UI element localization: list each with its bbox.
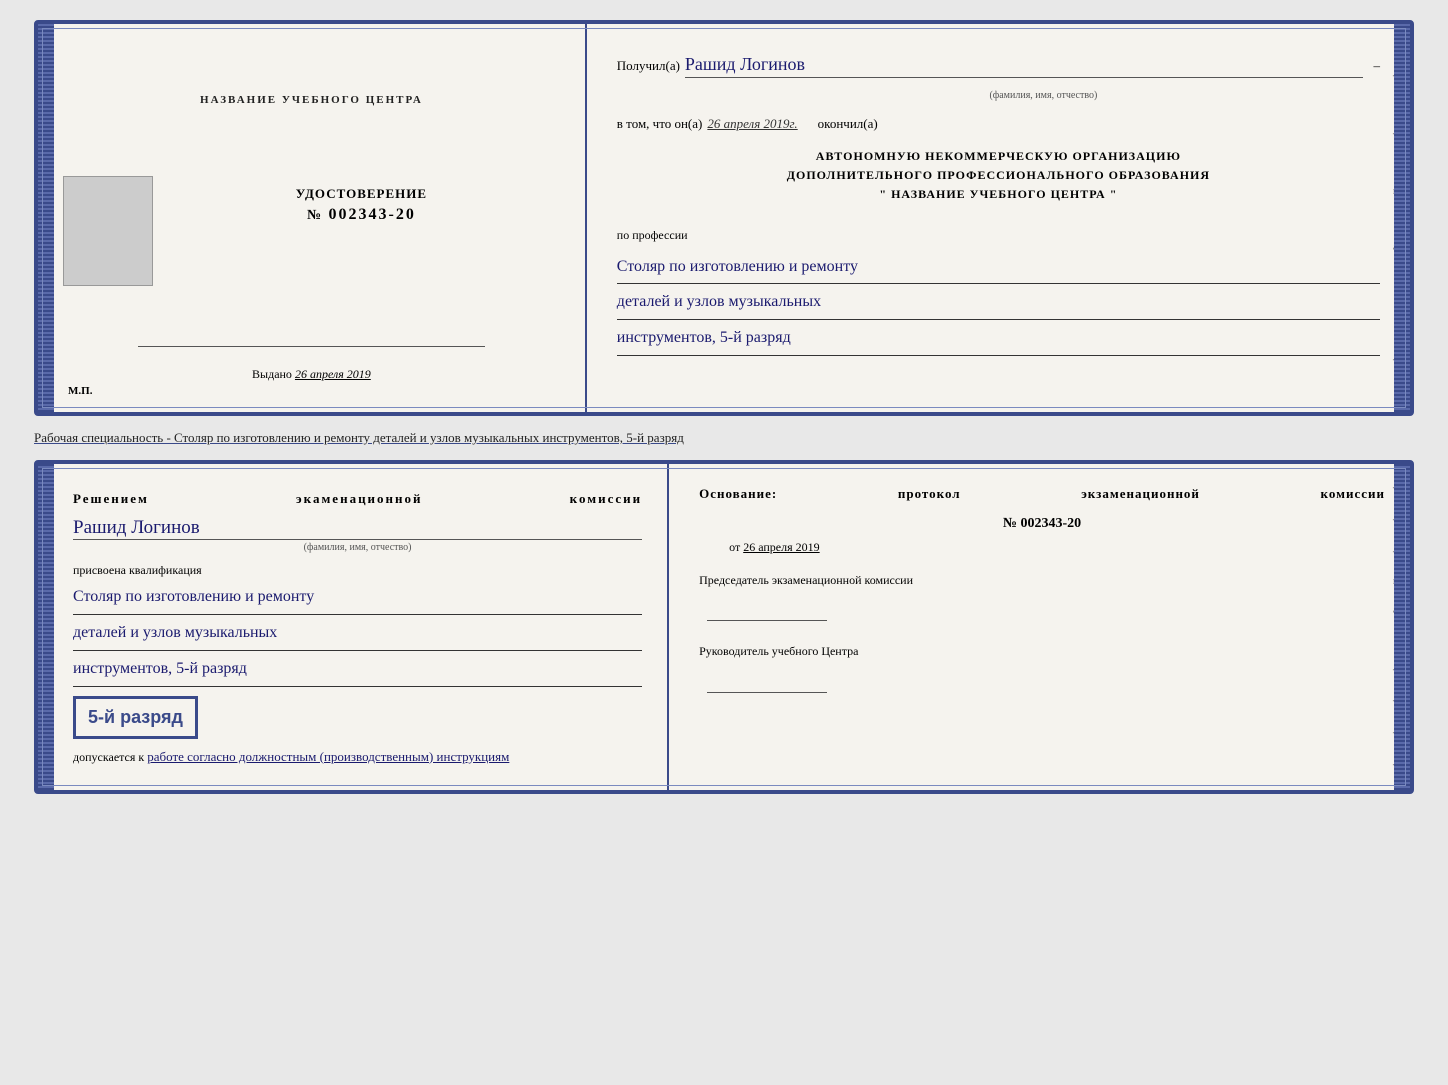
org-block: АВТОНОМНУЮ НЕКОММЕРЧЕСКУЮ ОРГАНИЗАЦИЮ ДО… xyxy=(617,147,1380,205)
bottom-cert-right: Основание: протокол экзаменационной коми… xyxy=(669,464,1410,790)
date-label: в том, что он(а) xyxy=(617,116,703,132)
stamp-text: 5-й разряд xyxy=(88,707,183,727)
profession-line2: деталей и узлов музыкальных xyxy=(617,288,1380,320)
top-cert-right: Получил(а) Рашид Логинов – (фамилия, имя… xyxy=(587,24,1410,412)
cert-issued-block: Выдано 26 апреля 2019 xyxy=(252,367,371,382)
from-label: от xyxy=(699,540,740,554)
allowed-label-text: допускается к xyxy=(73,750,144,764)
recipient-dash: – xyxy=(1373,58,1380,74)
date-value: 26 апреля 2019г. xyxy=(707,116,797,132)
qual-line2: деталей и узлов музыкальных xyxy=(73,619,642,651)
profession-line1: Столяр по изготовлению и ремонту xyxy=(617,253,1380,285)
org-quote-open: " xyxy=(879,187,887,201)
cert-number-value: 002343-20 xyxy=(329,206,416,223)
top-cert-left: НАЗВАНИЕ УЧЕБНОГО ЦЕНТРА УДОСТОВЕРЕНИЕ №… xyxy=(38,24,587,412)
qualification-handwritten: Столяр по изготовлению и ремонту деталей… xyxy=(73,583,642,686)
udostoverenie-label: УДОСТОВЕРЕНИЕ xyxy=(296,186,427,202)
org-name-quoted: " НАЗВАНИЕ УЧЕБНОГО ЦЕНТРА " xyxy=(617,185,1380,204)
org-line1: АВТОНОМНУЮ НЕКОММЕРЧЕСКУЮ ОРГАНИЗАЦИЮ xyxy=(617,147,1380,166)
issued-label: Выдано xyxy=(252,367,292,381)
inner-person-name: Рашид Логинов xyxy=(73,517,642,540)
page-wrapper: НАЗВАНИЕ УЧЕБНОГО ЦЕНТРА УДОСТОВЕРЕНИЕ №… xyxy=(34,20,1414,794)
head-label: Руководитель учебного Центра xyxy=(699,641,1385,663)
photo-placeholder xyxy=(63,176,153,286)
issued-date: 26 апреля 2019 xyxy=(295,367,371,381)
chairman-block: Председатель экзаменационной комиссии xyxy=(699,570,1385,621)
right-number: № 002343-20 xyxy=(699,516,1385,532)
bottom-certificate: Решением экаменационной комиссии Рашид Л… xyxy=(34,460,1414,794)
org-line2: ДОПОЛНИТЕЛЬНОГО ПРОФЕССИОНАЛЬНОГО ОБРАЗО… xyxy=(617,166,1380,185)
profession-handwritten: Столяр по изготовлению и ремонту деталей… xyxy=(617,253,1380,360)
profession-label: по профессии xyxy=(617,228,1380,243)
right-date-value: 26 апреля 2019 xyxy=(743,540,819,554)
date-row: в том, что он(а) 26 апреля 2019г. окончи… xyxy=(617,116,1380,132)
chairman-sig-line xyxy=(707,620,827,621)
qual-line3: инструментов, 5-й разряд xyxy=(73,655,642,687)
chairman-label: Председатель экзаменационной комиссии xyxy=(699,570,1385,592)
recipient-name: Рашид Логинов xyxy=(685,54,1364,78)
name-subtitle-top: (фамилия, имя, отчество) xyxy=(707,90,1380,101)
allowed-block: допускается к работе согласно должностны… xyxy=(73,749,642,765)
profession-line3: инструментов, 5-й разряд xyxy=(617,324,1380,356)
inner-name-subtitle: (фамилия, имя, отчество) xyxy=(73,542,642,553)
head-block: Руководитель учебного Центра xyxy=(699,641,1385,692)
head-sig-line xyxy=(707,692,827,693)
number-prefix: № xyxy=(307,208,323,223)
cert-divider-1 xyxy=(138,346,486,347)
right-date-row: от 26 апреля 2019 xyxy=(699,540,1385,555)
right-strip-top xyxy=(1394,24,1410,412)
bottom-cert-left: Решением экаменационной комиссии Рашид Л… xyxy=(38,464,669,790)
right-strip-bottom xyxy=(1394,464,1410,790)
stamp-box: 5-й разряд xyxy=(73,696,198,739)
recipient-row: Получил(а) Рашид Логинов – xyxy=(617,54,1380,78)
org-quote-close: " xyxy=(1110,187,1118,201)
allowed-text: работе согласно должностным (производств… xyxy=(147,749,509,764)
right-number-value: 002343-20 xyxy=(1021,516,1082,531)
received-label: Получил(а) xyxy=(617,58,680,74)
specialty-label: Рабочая специальность - Столяр по изгото… xyxy=(34,424,1414,452)
top-certificate: НАЗВАНИЕ УЧЕБНОГО ЦЕНТРА УДОСТОВЕРЕНИЕ №… xyxy=(34,20,1414,416)
cert-number-block: УДОСТОВЕРЕНИЕ № 002343-20 xyxy=(296,186,427,224)
finished-label: окончил(а) xyxy=(818,116,878,132)
qual-line1: Столяр по изготовлению и ремонту xyxy=(73,583,642,615)
mp-label: М.П. xyxy=(68,385,92,397)
number-prefix-right: № xyxy=(1003,516,1017,531)
commission-title: Решением экаменационной комиссии xyxy=(73,489,642,510)
org-name: НАЗВАНИЕ УЧЕБНОГО ЦЕНТРА xyxy=(891,187,1106,201)
basis-label: Основание: протокол экзаменационной коми… xyxy=(699,484,1385,505)
qualification-label: присвоена квалификация xyxy=(73,563,642,578)
training-center-title: НАЗВАНИЕ УЧЕБНОГО ЦЕНТРА xyxy=(63,94,560,106)
